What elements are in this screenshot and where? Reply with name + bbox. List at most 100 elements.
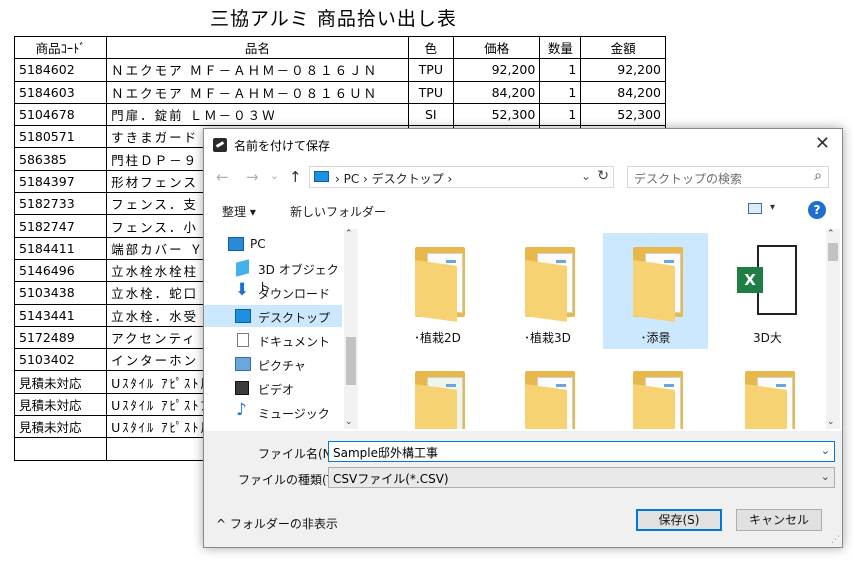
close-button[interactable]: ✕ <box>815 134 830 154</box>
cell-code: 5184411 <box>13 236 108 260</box>
command-bar: 整理 ▾ 新しいフォルダー ▾ ? <box>204 197 842 225</box>
scroll-down-icon[interactable]: ⌄ <box>345 417 353 427</box>
cell-name: Ｎエクモア ＭＦ－ＡＨＭ－０８１６ＵＮ <box>106 80 409 104</box>
cell-code: 5184397 <box>13 169 108 194</box>
nav-item-documents[interactable]: ドキュメント <box>204 329 342 351</box>
help-icon[interactable]: ? <box>808 201 826 219</box>
folder-item[interactable] <box>495 357 600 429</box>
recent-locations-icon[interactable]: ⌄ <box>270 169 279 182</box>
file-list: ･植栽2D ･植栽3D ･添景 X 3D大 ⌃ ⌄ <box>363 229 841 429</box>
folder-label: ･添景 <box>640 331 671 345</box>
cell-color: SI <box>407 102 454 127</box>
cell-amount: 92,200 <box>580 58 666 82</box>
folder-item-selected[interactable]: ･添景 <box>603 233 708 349</box>
view-dropdown-icon[interactable]: ▾ <box>770 202 775 213</box>
pc-icon <box>228 237 244 251</box>
cell-qty: 1 <box>539 58 582 82</box>
new-folder-button[interactable]: 新しいフォルダー <box>290 203 386 220</box>
nav-item-videos[interactable]: ビデオ <box>204 377 342 399</box>
folder-item[interactable]: ･植栽2D <box>385 233 490 349</box>
header-code: 商品ｺｰﾄﾞ <box>13 35 108 60</box>
folder-label: ･植栽3D <box>524 331 571 345</box>
cell-color: TPU <box>407 58 454 82</box>
search-icon[interactable]: ⌕ <box>814 168 822 184</box>
folder-icon <box>525 247 577 322</box>
file-list-scrollbar[interactable]: ⌃ ⌄ <box>826 229 840 429</box>
cell-code: 5146496 <box>13 258 108 283</box>
back-arrow-icon[interactable]: ← <box>216 168 229 186</box>
address-path: › PC › デスクトップ › <box>335 172 453 186</box>
3d-objects-icon <box>236 259 249 277</box>
nav-item-pc[interactable]: PC <box>204 233 342 255</box>
desktop-icon <box>235 309 251 323</box>
excel-file-item[interactable]: X 3D大 <box>715 233 820 349</box>
save-fields: ファイル名(N): Sample邸外構工事 ⌄ ファイルの種類(T): CSVフ… <box>204 431 842 491</box>
nav-item-music[interactable]: ♪ ミュージック <box>204 400 342 423</box>
up-arrow-icon[interactable]: ↑ <box>289 168 302 186</box>
forward-arrow-icon[interactable]: → <box>246 168 259 186</box>
filetype-select[interactable]: CSVファイル(*.CSV) ⌄ <box>328 467 835 488</box>
folder-icon <box>745 371 797 429</box>
chevron-down-icon[interactable]: ⌄ <box>581 169 591 183</box>
cell-code <box>13 437 108 461</box>
sheet-title: 三協アルミ 商品拾い出し表 <box>210 8 457 30</box>
chevron-down-icon[interactable]: ⌄ <box>821 444 830 457</box>
address-bar[interactable]: › PC › デスクトップ › ⌄ ↻ <box>309 166 614 188</box>
cell-name: 門扉．錠前 ＬＭ－０３Ｗ <box>106 102 409 127</box>
folder-item[interactable] <box>385 357 490 429</box>
cell-name: Ｎエクモア ＭＦ－ＡＨＭ－０８１６ＪＮ <box>106 58 409 82</box>
cell-amount: 52,300 <box>580 102 666 127</box>
filename-field[interactable]: Sample邸外構工事 ⌄ <box>328 441 835 462</box>
header-amount: 金額 <box>580 35 666 60</box>
scroll-up-icon[interactable]: ⌃ <box>345 229 353 239</box>
header-qty: 数量 <box>539 35 582 60</box>
scroll-thumb[interactable] <box>346 337 356 385</box>
nav-item-label: デスクトップ <box>258 311 331 325</box>
folder-item[interactable] <box>715 357 820 429</box>
dialog-title: 名前を付けて保存 <box>234 139 331 153</box>
search-input[interactable]: デスクトップの検索 <box>634 170 742 187</box>
document-icon <box>237 333 249 347</box>
cell-code: 5172489 <box>13 325 108 350</box>
nav-item-downloads[interactable]: ⬇ ダウンロード <box>204 280 342 303</box>
file-label: 3D大 <box>753 331 782 345</box>
cell-color: TPU <box>407 80 454 104</box>
scroll-thumb[interactable] <box>828 243 838 261</box>
hide-folders-button[interactable]: ^ フォルダーの非表示 <box>216 515 338 532</box>
save-button[interactable]: 保存(S) <box>636 509 722 531</box>
chevron-down-icon[interactable]: ⌄ <box>821 470 830 483</box>
folder-label: ･植栽2D <box>414 331 461 345</box>
nav-item-label: ミュージック <box>258 407 330 421</box>
table-row: 5104678 門扉．錠前 ＬＭ－０３Ｗ SI 52,300 1 52,300 <box>13 102 666 127</box>
nav-item-pictures[interactable]: ピクチャ <box>204 353 342 375</box>
cell-code: 5184602 <box>13 58 108 82</box>
folder-icon <box>415 247 467 322</box>
folder-item[interactable] <box>603 357 708 429</box>
cell-code: 5180571 <box>13 125 108 149</box>
folder-icon <box>633 247 685 322</box>
folder-item[interactable]: ･植栽3D <box>495 233 600 349</box>
excel-file-icon <box>757 245 797 315</box>
dialog-footer: ^ フォルダーの非表示 保存(S) キャンセル ⋰ <box>204 491 842 547</box>
scroll-up-icon[interactable]: ⌃ <box>827 229 835 239</box>
nav-item-3d-objects[interactable]: 3D オブジェクト <box>204 257 342 294</box>
view-icon[interactable] <box>748 203 762 214</box>
nav-pane-scrollbar[interactable]: ⌃ ⌄ <box>344 229 358 429</box>
cancel-button[interactable]: キャンセル <box>736 509 822 531</box>
app-icon <box>213 138 227 152</box>
cell-code: 5103438 <box>13 281 108 305</box>
nav-item-label: ピクチャ <box>258 359 306 373</box>
dialog-titlebar[interactable]: 名前を付けて保存 ✕ <box>204 129 842 161</box>
scroll-down-icon[interactable]: ⌄ <box>827 417 835 427</box>
cell-qty: 1 <box>539 102 582 127</box>
header-name: 品名 <box>106 35 409 60</box>
nav-item-desktop[interactable]: デスクトップ <box>204 305 342 327</box>
search-box[interactable]: デスクトップの検索 ⌕ <box>627 166 829 188</box>
resize-grip-icon[interactable]: ⋰ <box>831 535 840 545</box>
navigation-pane: PC 3D オブジェクト ⬇ ダウンロード デスクトップ ドキュメント ピクチャ… <box>204 229 360 429</box>
nav-item-label: ビデオ <box>258 383 295 397</box>
filename-value: Sample邸外構工事 <box>333 446 438 460</box>
navigation-bar: ← → ⌄ ↑ › PC › デスクトップ › ⌄ ↻ デスクトップの検索 ⌕ <box>204 163 842 193</box>
organize-button[interactable]: 整理 ▾ <box>222 203 256 220</box>
refresh-icon[interactable]: ↻ <box>597 168 609 184</box>
